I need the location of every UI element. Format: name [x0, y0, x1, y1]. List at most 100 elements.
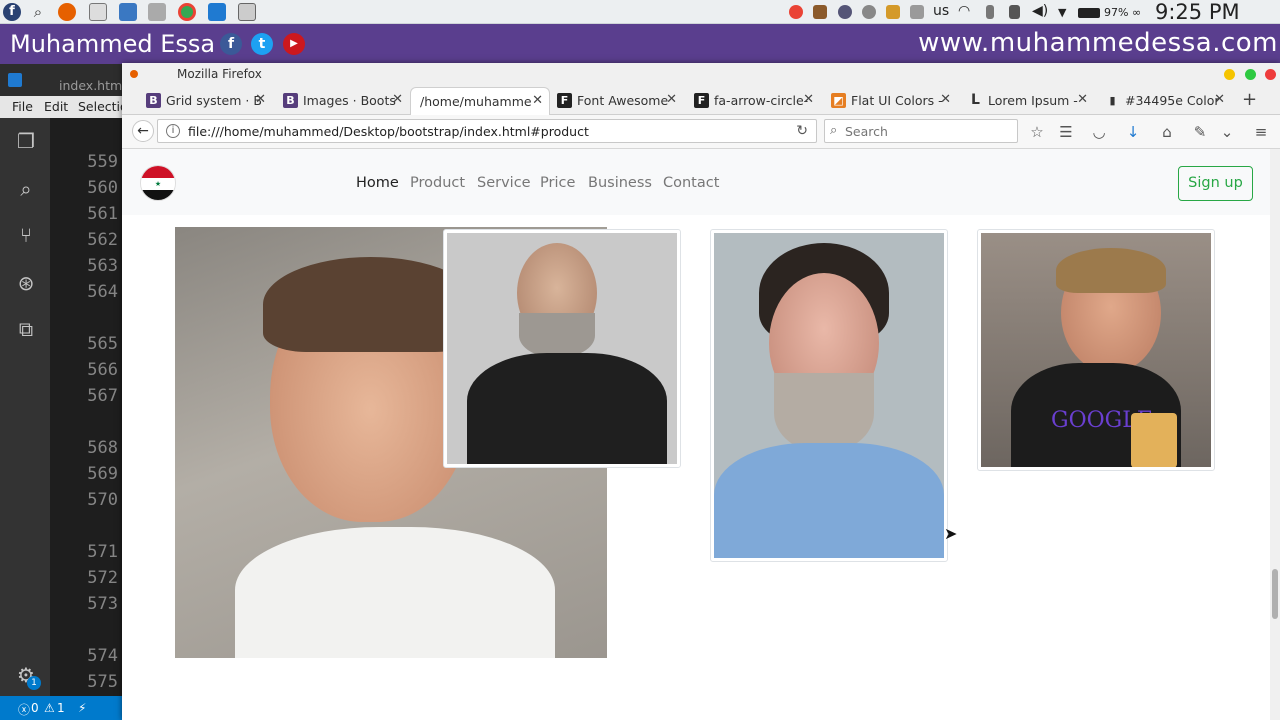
nav-contact[interactable]: Contact — [663, 175, 719, 191]
maximize-button[interactable] — [1245, 69, 1256, 80]
tab-grid-system[interactable]: B Grid system · B ✕ — [144, 87, 268, 115]
editor-tab[interactable]: index.html — [59, 78, 126, 93]
battery-icon[interactable] — [1078, 8, 1100, 18]
media-launcher-icon[interactable] — [89, 3, 107, 21]
close-tab-icon[interactable]: ✕ — [532, 93, 543, 108]
url-text[interactable]: file:///home/muhammed/Desktop/bootstrap/… — [188, 124, 589, 139]
minimize-button[interactable] — [1224, 69, 1235, 80]
firefox-logo-icon — [130, 70, 138, 78]
back-arrow-icon[interactable]: ← — [132, 120, 154, 142]
url-bar[interactable]: i file:///home/muhammed/Desktop/bootstra… — [157, 119, 817, 143]
warning-icon[interactable]: ⚠ — [44, 701, 55, 715]
tab-flat-ui-colors[interactable]: ◩ Flat UI Colors - ✕ — [829, 87, 953, 115]
twitter-icon: t — [251, 33, 273, 55]
firefox-launcher-icon[interactable] — [58, 3, 76, 21]
line-number: 569 — [87, 464, 118, 484]
signup-button[interactable]: Sign up — [1178, 166, 1253, 201]
explorer-icon[interactable]: ❐ — [15, 130, 37, 152]
lorem-favicon-icon: L — [971, 92, 980, 108]
tab-images[interactable]: B Images · Boots ✕ — [281, 87, 405, 115]
window-title: Mozilla Firefox — [177, 67, 262, 81]
line-number: 567 — [87, 386, 118, 406]
keyboard-layout[interactable]: us — [933, 3, 949, 19]
channel-name: Muhammed Essa — [10, 30, 216, 58]
facebook-icon: f — [220, 33, 242, 55]
home-icon[interactable]: ⌂ — [1158, 123, 1176, 141]
reload-icon[interactable]: ↻ — [796, 123, 808, 139]
flag-logo[interactable]: ★ — [140, 165, 176, 201]
close-tab-icon[interactable]: ✕ — [392, 92, 403, 107]
close-tab-icon[interactable]: ✕ — [803, 92, 814, 107]
bookmark-star-icon[interactable]: ☆ — [1028, 123, 1046, 141]
downloads-icon[interactable]: ↓ — [1124, 123, 1142, 141]
debug-icon[interactable]: ⊛ — [15, 272, 37, 294]
nav-business[interactable]: Business — [588, 175, 652, 191]
tab-font-awesome[interactable]: F Font Awesome ✕ — [555, 87, 679, 115]
close-button[interactable] — [1265, 69, 1276, 80]
tab-label: Flat UI Colors - — [851, 93, 943, 108]
pocket-icon[interactable]: ◡ — [1090, 123, 1108, 141]
usb-tray-icon[interactable] — [986, 5, 994, 19]
search-bar[interactable]: ⌕ — [824, 119, 1018, 143]
chrome-launcher-icon[interactable] — [178, 3, 196, 21]
search-icon[interactable]: ⌕ — [15, 178, 37, 200]
info-icon[interactable]: i — [166, 124, 180, 138]
tab-lorem-ipsum[interactable]: L Lorem Ipsum - ✕ — [966, 87, 1090, 115]
close-tab-icon[interactable]: ✕ — [1077, 92, 1088, 107]
close-tab-icon[interactable]: ✕ — [940, 92, 951, 107]
lightning-icon[interactable]: ⚡ — [78, 701, 86, 715]
menu-file[interactable]: File — [12, 99, 33, 114]
vscode-launcher-icon[interactable] — [208, 3, 226, 21]
youtube-icon: ▶ — [283, 33, 305, 55]
close-tab-icon[interactable]: ✕ — [666, 92, 677, 107]
font-awesome-favicon-icon: F — [557, 93, 572, 108]
clock[interactable]: 9:25 PM — [1155, 0, 1240, 24]
close-tab-icon[interactable]: ✕ — [1214, 92, 1225, 107]
cloud-tray-icon[interactable] — [862, 5, 876, 19]
terminal-launcher-icon[interactable] — [148, 3, 166, 21]
bootstrap-favicon-icon: B — [146, 93, 161, 108]
package-tray-icon[interactable] — [886, 5, 900, 19]
extension-icon[interactable]: ✎ — [1191, 123, 1209, 141]
hamburger-menu-icon[interactable]: ≡ — [1252, 123, 1270, 141]
screenshot-launcher-icon[interactable] — [238, 3, 256, 21]
app-tray-icon[interactable] — [813, 5, 827, 19]
error-icon[interactable]: ⓧ — [18, 701, 30, 718]
chevron-down-icon[interactable]: ⌄ — [1218, 123, 1236, 141]
line-number: 571 — [87, 542, 118, 562]
fedora-menu-icon[interactable]: f — [3, 3, 21, 21]
search-input[interactable] — [845, 123, 1010, 139]
update-tray-icon[interactable] — [838, 5, 852, 19]
close-tab-icon[interactable]: ✕ — [255, 92, 266, 107]
chrome-tray-icon[interactable] — [789, 5, 803, 19]
line-number: 565 — [87, 334, 118, 354]
tab-local-file[interactable]: /home/muhamme ✕ — [410, 87, 550, 115]
volume-icon[interactable]: ◀) — [1032, 3, 1048, 19]
font-awesome-favicon-icon: F — [694, 93, 709, 108]
scrollbar-thumb[interactable] — [1272, 569, 1278, 619]
nav-home[interactable]: Home — [356, 175, 399, 191]
disk-tray-icon[interactable] — [910, 5, 924, 19]
tab-strip: B Grid system · B ✕ B Images · Boots ✕ /… — [122, 85, 1280, 115]
clipboard-tray-icon[interactable] — [1009, 5, 1020, 19]
nav-price[interactable]: Price — [540, 175, 575, 191]
color-favicon-icon: ▮ — [1109, 94, 1116, 107]
wifi-icon[interactable]: ◠ — [958, 3, 970, 19]
settings-badge: 1 — [27, 676, 41, 690]
chevron-down-icon[interactable]: ▼ — [1058, 6, 1066, 19]
files-launcher-icon[interactable] — [119, 3, 137, 21]
tab-fa-arrow[interactable]: F fa-arrow-circle- ✕ — [692, 87, 816, 115]
new-tab-icon[interactable]: + — [1242, 89, 1257, 110]
extensions-icon[interactable]: ⧉ — [15, 318, 37, 340]
site-navbar: ★ Home Product Service Price Business Co… — [122, 149, 1270, 215]
nav-service[interactable]: Service — [477, 175, 531, 191]
nav-product[interactable]: Product — [410, 175, 465, 191]
menu-edit[interactable]: Edit — [44, 99, 68, 114]
tab-color-34495e[interactable]: ▮ #34495e Color ✕ — [1103, 87, 1227, 115]
reading-list-icon[interactable]: ☰ — [1057, 123, 1075, 141]
source-control-icon[interactable]: ⑂ — [15, 224, 37, 246]
warning-count: 1 — [57, 701, 65, 715]
search-icon[interactable]: ⌕ — [29, 3, 47, 21]
navigation-toolbar: ← i file:///home/muhammed/Desktop/bootst… — [122, 115, 1280, 149]
page-scrollbar[interactable] — [1270, 149, 1280, 720]
